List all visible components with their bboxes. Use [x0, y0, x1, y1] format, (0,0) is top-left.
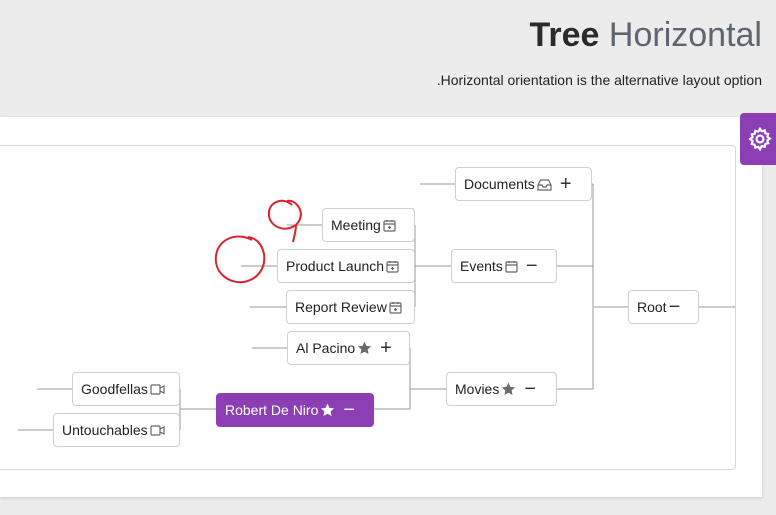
- node-label: Untouchables: [62, 422, 148, 438]
- tree-node-product-launch[interactable]: Product Launch: [277, 249, 415, 283]
- calendar-icon: [383, 219, 396, 232]
- page-title-light: Horizontal: [608, 16, 762, 54]
- tree-node-events[interactable]: Events −: [451, 249, 557, 283]
- node-label: Robert De Niro: [225, 402, 319, 418]
- page-subtitle: .Horizontal orientation is the alternati…: [436, 72, 762, 88]
- calendar-icon: [386, 260, 399, 273]
- page-title: Tree Horizontal: [530, 14, 762, 56]
- expand-toggle[interactable]: +: [560, 174, 572, 194]
- collapse-toggle[interactable]: −: [524, 379, 536, 399]
- gear-icon: [748, 126, 772, 152]
- video-icon: [150, 383, 165, 395]
- calendar-icon: [389, 301, 402, 314]
- node-label: Goodfellas: [81, 381, 148, 397]
- page-title-bold: Tree: [529, 16, 600, 54]
- star-icon: [501, 382, 516, 396]
- tree-node-al-pacino[interactable]: Al Pacino +: [287, 331, 410, 365]
- calendar-icon: [505, 260, 518, 273]
- node-label: Meeting: [331, 217, 381, 233]
- node-label: Report Review: [295, 299, 387, 315]
- tree-node-goodfellas[interactable]: Goodfellas: [72, 372, 180, 406]
- page-header: Tree Horizontal: [530, 14, 762, 56]
- tree-node-movies[interactable]: Movies −: [446, 372, 557, 406]
- tree-node-robert-de-niro[interactable]: Robert De Niro −: [216, 393, 374, 427]
- tree-node-meeting[interactable]: Meeting: [322, 208, 415, 242]
- settings-button[interactable]: [740, 113, 776, 165]
- node-label: Product Launch: [286, 258, 385, 274]
- node-label: Movies: [455, 381, 500, 397]
- node-label: Al Pacino: [296, 340, 356, 356]
- star-icon: [320, 403, 335, 417]
- collapse-toggle[interactable]: −: [343, 400, 355, 420]
- node-label: Events: [460, 258, 503, 274]
- collapse-toggle[interactable]: −: [526, 256, 538, 276]
- tree-node-report-review[interactable]: Report Review: [286, 290, 415, 324]
- video-icon: [150, 424, 165, 436]
- collapse-toggle[interactable]: −: [669, 297, 681, 317]
- tree-node-untouchables[interactable]: Untouchables: [53, 413, 180, 447]
- expand-toggle[interactable]: +: [380, 338, 392, 358]
- node-label: Documents: [464, 176, 535, 192]
- inbox-icon: [537, 178, 552, 191]
- star-icon: [357, 341, 372, 355]
- node-label: Root: [637, 299, 667, 315]
- tree-node-root[interactable]: Root −: [628, 290, 699, 324]
- tree-node-documents[interactable]: Documents +: [455, 167, 592, 201]
